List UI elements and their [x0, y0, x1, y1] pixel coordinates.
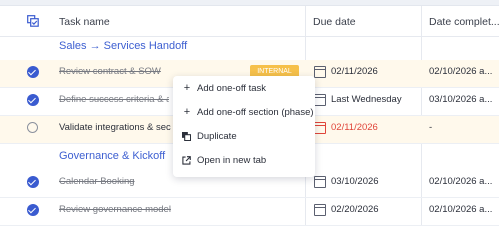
calendar-icon — [314, 66, 326, 78]
due-date-overdue[interactable]: 02/11/2026 — [331, 122, 378, 133]
completed-checkbox[interactable] — [27, 94, 39, 106]
external-link-icon — [182, 156, 191, 165]
task-name[interactable]: Calendar Booking — [59, 176, 135, 187]
calendar-icon — [314, 176, 326, 188]
menu-item-duplicate[interactable]: Duplicate — [173, 127, 315, 149]
task-name[interactable]: Validate integrations & secur — [59, 122, 171, 133]
incomplete-checkbox[interactable] — [27, 122, 38, 133]
menu-item-label: Open in new tab — [197, 155, 267, 166]
date-completed: 03/10/2026 a... — [429, 94, 493, 105]
date-completed: 02/10/2026 a... — [429, 66, 493, 77]
plus-icon: + — [183, 82, 191, 94]
calendar-icon — [314, 94, 326, 106]
due-date[interactable]: 02/20/2026 — [331, 204, 379, 215]
calendar-icon — [314, 122, 326, 134]
table-header: Task name Due date Date complet... — [0, 6, 499, 37]
menu-item-label: Add one-off section (phase) — [197, 107, 314, 118]
duplicate-icon — [182, 132, 191, 141]
task-name[interactable]: Define success criteria & acc — [59, 94, 169, 105]
date-completed: - — [429, 122, 433, 133]
date-completed: 02/10/2026 a... — [429, 204, 493, 215]
calendar-icon — [314, 204, 326, 216]
group-title-sales-handoff[interactable]: Sales → Services Handoff — [59, 40, 187, 52]
row-context-menu: + Add one-off task + Add one-off section… — [173, 76, 315, 177]
menu-item-label: Add one-off task — [197, 83, 267, 94]
menu-item-open-in-new-tab[interactable]: Open in new tab — [173, 151, 315, 173]
column-header-task-name[interactable]: Task name — [59, 16, 110, 28]
date-completed: 02/10/2026 a... — [429, 176, 493, 187]
completed-checkbox[interactable] — [27, 176, 39, 188]
menu-item-add-one-off-task[interactable]: + Add one-off task — [173, 79, 315, 101]
plus-icon: + — [183, 106, 191, 118]
menu-item-label: Duplicate — [197, 131, 237, 142]
due-date[interactable]: 02/11/2026 — [331, 66, 378, 77]
due-date[interactable]: 03/10/2026 — [331, 176, 379, 187]
completed-checkbox[interactable] — [27, 66, 39, 78]
completed-checkbox[interactable] — [27, 204, 39, 216]
column-header-due-date[interactable]: Due date — [313, 16, 356, 28]
group-title-governance-kickoff[interactable]: Governance & Kickoff — [59, 150, 165, 162]
column-header-date-completed[interactable]: Date complet... — [429, 16, 499, 28]
task-list-icon[interactable] — [27, 15, 39, 27]
due-date[interactable]: Last Wednesday — [331, 94, 402, 105]
table-row[interactable]: Review governance model 02/20/2026 02/10… — [0, 198, 499, 226]
task-name[interactable]: Review governance model — [59, 204, 171, 215]
menu-item-add-one-off-section[interactable]: + Add one-off section (phase) — [173, 103, 315, 125]
